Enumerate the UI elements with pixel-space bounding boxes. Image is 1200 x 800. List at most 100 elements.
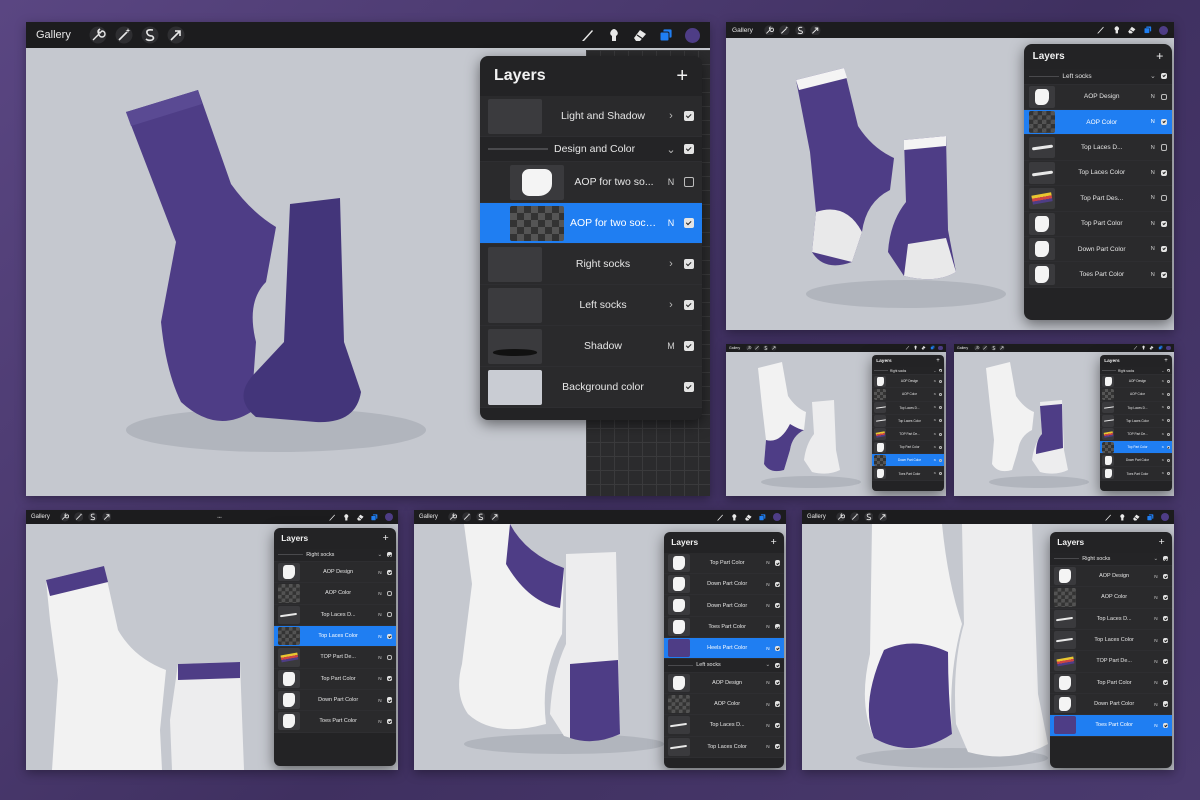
layer-row[interactable]: AOP Design N — [872, 375, 944, 389]
eraser-icon[interactable] — [1148, 345, 1156, 351]
layer-row[interactable]: Top Laces D... N — [1100, 401, 1172, 415]
layer-thumbnail[interactable] — [874, 401, 887, 414]
color-picker-dot[interactable] — [1159, 25, 1168, 35]
blend-mode-label[interactable]: N — [376, 634, 383, 639]
layer-visibility-checkbox[interactable] — [1166, 369, 1170, 373]
layer-thumbnail[interactable] — [1102, 441, 1115, 453]
gallery-button[interactable]: Gallery — [419, 514, 438, 520]
chevron-right-icon[interactable]: › — [664, 299, 678, 311]
layer-row[interactable]: TOP Part De... N — [1050, 651, 1172, 673]
layer-thumbnail[interactable] — [668, 553, 690, 573]
layer-row[interactable]: Background color — [480, 367, 702, 409]
chevron-right-icon[interactable]: › — [664, 110, 678, 122]
layer-thumbnail[interactable] — [1054, 567, 1076, 586]
brush-icon[interactable] — [1131, 345, 1139, 351]
layer-visibility-checkbox[interactable] — [1166, 392, 1170, 396]
layer-thumbnail[interactable] — [510, 205, 564, 241]
layers-icon[interactable] — [653, 25, 679, 45]
blend-mode-label[interactable]: N — [933, 459, 937, 462]
layer-row[interactable]: AOP Color N — [1050, 587, 1172, 609]
transform-arrow-icon[interactable] — [770, 345, 778, 351]
blend-mode-label[interactable]: N — [1148, 272, 1157, 278]
layer-visibility-checkbox[interactable] — [386, 612, 392, 618]
layer-row[interactable]: AOP for two so... N — [480, 162, 702, 204]
layers-icon[interactable] — [756, 512, 770, 523]
layer-group-row[interactable]: Left socks ⌄ — [664, 659, 784, 673]
magic-wand-icon[interactable] — [71, 512, 85, 523]
layer-visibility-checkbox[interactable] — [684, 300, 694, 311]
magic-wand-icon[interactable] — [777, 24, 793, 36]
layer-row[interactable]: TOP Part De... N — [274, 647, 396, 669]
selection-s-icon[interactable] — [989, 345, 997, 351]
blend-mode-label[interactable]: N — [933, 446, 937, 449]
layer-thumbnail[interactable] — [1054, 588, 1076, 607]
layer-thumbnail[interactable] — [668, 639, 690, 658]
layer-thumbnail[interactable] — [1102, 401, 1115, 414]
layer-row[interactable]: Top Part Color N — [1050, 672, 1172, 694]
selection-s-icon[interactable] — [861, 512, 875, 523]
layer-thumbnail[interactable] — [874, 467, 887, 480]
layer-row[interactable]: Heels Part Color N — [664, 638, 784, 660]
layer-visibility-checkbox[interactable] — [938, 432, 942, 436]
blend-mode-label[interactable]: N — [1148, 246, 1157, 252]
layer-thumbnail[interactable] — [1028, 238, 1055, 261]
blend-mode-label[interactable]: N — [1161, 472, 1165, 475]
blend-mode-label[interactable]: N — [933, 393, 937, 396]
layer-thumbnail[interactable] — [1054, 673, 1076, 692]
brush-icon[interactable] — [1102, 512, 1116, 523]
eraser-icon[interactable] — [1130, 512, 1144, 523]
layer-visibility-checkbox[interactable] — [938, 445, 942, 449]
layer-thumbnail[interactable] — [1028, 212, 1055, 235]
layer-thumbnail[interactable] — [668, 673, 690, 692]
transform-arrow-icon[interactable] — [487, 512, 501, 523]
wrench-icon[interactable] — [761, 24, 777, 36]
layer-visibility-checkbox[interactable] — [1162, 556, 1168, 562]
blend-mode-label[interactable]: N — [376, 655, 383, 660]
layer-row[interactable]: AOP Design N — [1024, 84, 1172, 110]
layer-visibility-checkbox[interactable] — [386, 697, 392, 703]
blend-mode-label[interactable]: N — [764, 702, 771, 707]
layer-visibility-checkbox[interactable] — [386, 654, 392, 660]
brush-icon[interactable] — [1093, 24, 1109, 36]
blend-mode-label[interactable]: N — [764, 680, 771, 685]
layer-visibility-checkbox[interactable] — [938, 369, 942, 373]
layer-row[interactable]: AOP Color N — [1100, 388, 1172, 402]
blend-mode-label[interactable]: N — [1148, 195, 1157, 201]
layer-visibility-checkbox[interactable] — [1162, 722, 1168, 728]
layer-visibility-checkbox[interactable] — [938, 419, 942, 423]
add-layer-button[interactable]: + — [1164, 358, 1168, 364]
layer-row[interactable]: Top Laces D... N — [872, 401, 944, 415]
layer-visibility-checkbox[interactable] — [774, 662, 780, 669]
layer-visibility-checkbox[interactable] — [386, 552, 392, 558]
layer-visibility-checkbox[interactable] — [386, 676, 392, 682]
wrench-icon[interactable] — [973, 345, 981, 351]
layer-visibility-checkbox[interactable] — [386, 590, 392, 597]
blend-mode-label[interactable]: N — [1152, 702, 1159, 707]
layer-thumbnail[interactable] — [1054, 609, 1076, 628]
layer-thumbnail[interactable] — [278, 669, 300, 688]
blend-mode-label[interactable]: N — [376, 676, 383, 681]
layer-row[interactable]: Toes Part Color N — [1024, 262, 1172, 288]
layer-row[interactable]: Top Part Des... N — [1024, 186, 1172, 212]
color-picker-dot[interactable] — [938, 345, 943, 351]
layer-visibility-checkbox[interactable] — [1162, 637, 1168, 643]
layer-visibility-checkbox[interactable] — [1160, 73, 1168, 80]
blend-mode-label[interactable]: N — [1152, 595, 1159, 600]
blend-mode-label[interactable]: N — [764, 723, 771, 728]
blend-mode-label[interactable]: M — [664, 341, 678, 351]
layer-visibility-checkbox[interactable] — [938, 379, 942, 383]
layer-thumbnail[interactable] — [1102, 467, 1115, 480]
layer-row[interactable]: Top Laces Color N — [1024, 160, 1172, 187]
blend-mode-label[interactable]: N — [933, 433, 937, 436]
transform-arrow-icon[interactable] — [875, 512, 889, 523]
color-picker-dot[interactable] — [685, 27, 700, 43]
layer-visibility-checkbox[interactable] — [1160, 246, 1168, 253]
layer-row[interactable]: Down Part Color N — [1100, 454, 1172, 468]
layer-visibility-checkbox[interactable] — [386, 569, 392, 575]
layer-visibility-checkbox[interactable] — [1160, 119, 1168, 126]
layer-row[interactable]: Shadow M — [480, 326, 702, 368]
layer-visibility-checkbox[interactable] — [774, 722, 780, 728]
chevron-right-icon[interactable]: › — [664, 258, 678, 270]
layer-row[interactable]: Top Part Color N — [872, 441, 944, 455]
magic-wand-icon[interactable] — [753, 345, 761, 351]
